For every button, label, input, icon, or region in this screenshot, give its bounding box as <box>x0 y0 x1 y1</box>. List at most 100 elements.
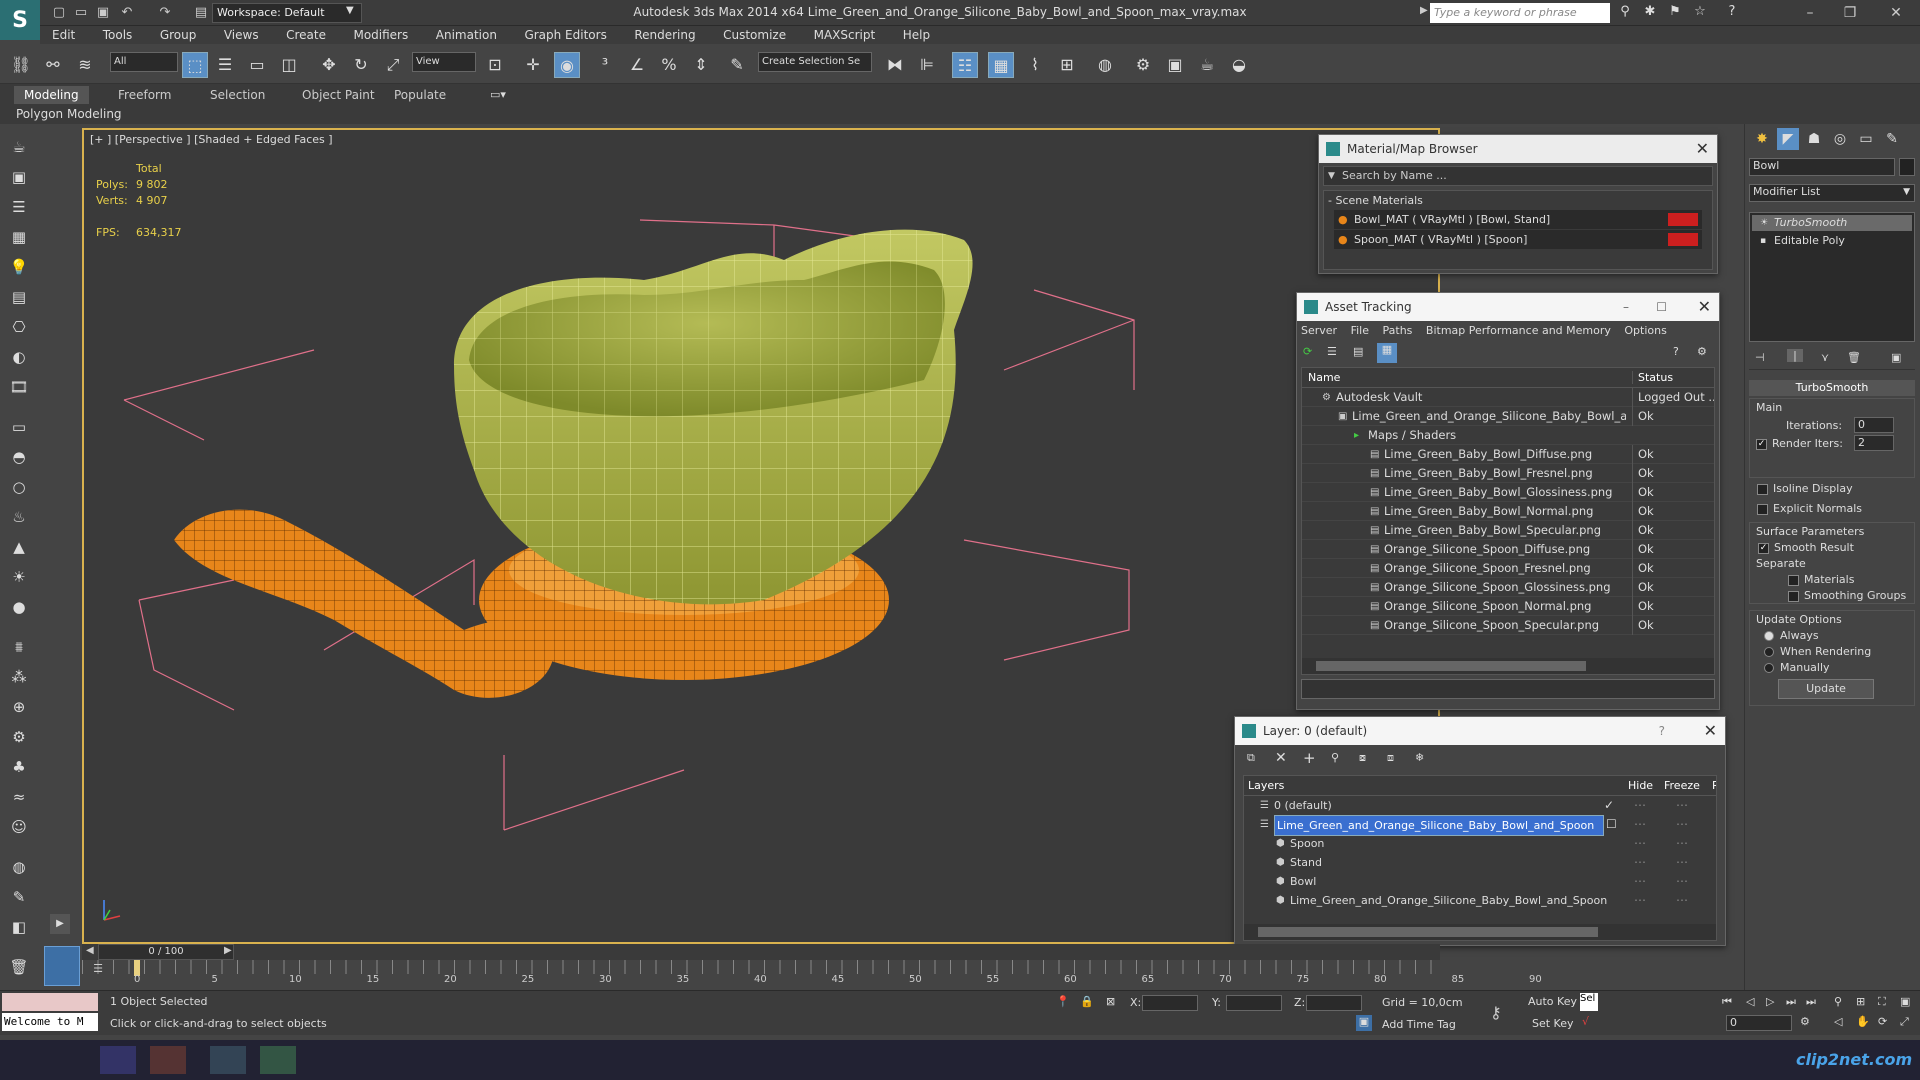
render-iters-spinner[interactable]: 2 <box>1854 435 1894 451</box>
named-selection-dropdown[interactable]: Create Selection Se <box>758 52 872 72</box>
col-header-freeze[interactable]: Freeze <box>1664 779 1700 792</box>
add-time-tag-button[interactable]: Add Time Tag <box>1382 1018 1456 1031</box>
col-header-status[interactable]: Status <box>1632 371 1673 384</box>
asset-row[interactable]: ▤ Orange_Silicone_Spoon_Diffuse.png Ok <box>1302 540 1714 559</box>
col-header-render[interactable]: R <box>1712 779 1716 792</box>
mask-icon[interactable]: ☺ <box>6 814 32 840</box>
show-end-result-icon[interactable]: | <box>1787 349 1803 362</box>
always-radio[interactable] <box>1764 631 1774 641</box>
align-icon[interactable]: ⊫ <box>914 52 940 78</box>
menu-maxscript[interactable]: MAXScript <box>802 26 888 44</box>
menu-paths[interactable]: Paths <box>1383 324 1413 337</box>
time-ruler[interactable]: 0 5 10 15 20 25 30 35 40 45 50 55 60 65 70 75 80 85 90 <box>82 960 1542 990</box>
remove-modifier-icon[interactable]: 🗑 <box>1847 351 1861 364</box>
layer-object-row[interactable]: ⬢ Spoon ⋯ ⋯ <box>1244 834 1716 853</box>
project-folder-icon[interactable]: ▤ <box>192 4 210 22</box>
particles-icon[interactable]: ⁂ <box>6 664 32 690</box>
scrollbar-thumb[interactable] <box>1258 927 1598 937</box>
freeze-toggle[interactable]: ⋯ <box>1676 891 1688 910</box>
materials-checkbox[interactable] <box>1788 575 1799 586</box>
update-button[interactable]: Update <box>1778 679 1874 699</box>
keyword-search-input[interactable]: Type a keyword or phrase <box>1430 3 1610 23</box>
next-key-icon[interactable]: ⏭ <box>1786 995 1796 1009</box>
workspace-dropdown[interactable]: Workspace: Default <box>212 3 362 23</box>
menu-tools[interactable]: Tools <box>91 26 145 44</box>
absolute-mode-icon[interactable]: ⊠ <box>1106 995 1115 1008</box>
ball-icon[interactable]: ● <box>6 594 32 620</box>
asset-tracking-window[interactable]: Asset Tracking – ☐ ✕ Server File Paths B… <box>1296 292 1720 710</box>
menu-server[interactable]: Server <box>1301 324 1337 337</box>
spinner-snap-icon[interactable]: ⇕ <box>688 52 714 78</box>
maximize-viewport-icon[interactable]: ⤢ <box>1900 1015 1909 1029</box>
hide-toggle[interactable]: ⋯ <box>1634 834 1646 853</box>
z-coordinate-field[interactable] <box>1306 995 1362 1011</box>
menu-graph-editors[interactable]: Graph Editors <box>512 26 618 44</box>
object-color-swatch[interactable] <box>1899 158 1915 176</box>
col-header-layers[interactable]: Layers <box>1248 779 1284 792</box>
asset-row[interactable]: ▤ Orange_Silicone_Spoon_Normal.png Ok <box>1302 597 1714 616</box>
render-icon[interactable]: ◧ <box>6 914 32 940</box>
menu-views[interactable]: Views <box>212 26 271 44</box>
move-icon[interactable]: ✥ <box>316 52 342 78</box>
asset-row[interactable]: ▤ Lime_Green_Baby_Bowl_Normal.png Ok <box>1302 502 1714 521</box>
close-icon[interactable]: ✕ <box>1876 2 1916 24</box>
horizontal-scrollbar[interactable] <box>1244 924 1716 940</box>
set-current-layer-icon[interactable]: ☐ <box>1606 815 1617 834</box>
teapot-icon[interactable]: ☕ <box>6 134 32 160</box>
asset-row[interactable]: ▤ Lime_Green_Baby_Bowl_Fresnel.png Ok <box>1302 464 1714 483</box>
time-tag-icon[interactable]: ▣ <box>1356 1015 1372 1031</box>
modifier-stack[interactable]: ☀ TurboSmooth ▪ Editable Poly <box>1749 212 1915 342</box>
rendered-frame-icon[interactable]: ▣ <box>1162 52 1188 78</box>
sphere-icon[interactable]: ○ <box>6 474 32 500</box>
hide-toggle[interactable]: ⋯ <box>1634 872 1646 891</box>
explicit-normals-checkbox[interactable] <box>1757 504 1768 515</box>
select-by-name-icon[interactable]: ☰ <box>212 52 238 78</box>
tree-view-icon[interactable]: ▤ <box>1353 345 1363 358</box>
iterations-spinner[interactable]: 0 <box>1854 417 1894 433</box>
key-filter-selected[interactable]: Sel <box>1580 993 1598 1011</box>
tab-freeform[interactable]: Freeform <box>108 86 181 104</box>
rotate-icon[interactable]: ↻ <box>348 52 374 78</box>
taskbar-app-icon[interactable] <box>150 1046 186 1074</box>
maxscript-listener-pink[interactable] <box>2 993 98 1011</box>
tab-modeling[interactable]: Modeling <box>14 86 89 104</box>
expand-arrow-icon[interactable]: ▶ <box>50 914 70 934</box>
maximize-icon[interactable]: ☐ <box>1656 293 1667 321</box>
layer-manager-icon[interactable]: ☷ <box>952 52 978 78</box>
turbosmooth-rollout-header[interactable]: TurboSmooth <box>1749 380 1915 396</box>
light-bulb-icon[interactable]: 💡 <box>6 254 32 280</box>
zoom-extents-icon[interactable]: ⛶ <box>1878 995 1886 1009</box>
layer-manager-titlebar[interactable]: Layer: 0 (default) ? ✕ <box>1235 717 1725 745</box>
app-logo[interactable]: S <box>0 0 40 40</box>
freeze-toggle[interactable]: ⋯ <box>1676 815 1688 834</box>
modify-tab-icon[interactable]: ◤ <box>1777 128 1799 150</box>
asset-row[interactable]: ▤ Orange_Silicone_Spoon_Glossiness.png Ok <box>1302 578 1714 597</box>
smoothing-groups-checkbox[interactable] <box>1788 591 1799 602</box>
asset-row[interactable]: ▸ Maps / Shaders <box>1302 426 1714 445</box>
schematic-view-icon[interactable]: ⊞ <box>1054 52 1080 78</box>
chevron-down-icon[interactable]: ▼ <box>1903 185 1910 199</box>
hide-toggle[interactable]: ⋯ <box>1634 853 1646 872</box>
taskbar-app-icon[interactable] <box>210 1046 246 1074</box>
key-filters-icon[interactable]: √ <box>1582 1015 1589 1028</box>
zoom-icon[interactable]: ⚲ <box>1834 995 1842 1008</box>
close-icon[interactable]: ✕ <box>1704 717 1717 745</box>
polygon-modeling-panel[interactable]: Polygon Modeling <box>16 107 122 121</box>
stairs-icon[interactable]: ⩩ <box>6 634 32 660</box>
layer-object-row[interactable]: ⬢ Lime_Green_and_Orange_Silicone_Baby_Bow… <box>1244 891 1716 910</box>
lightbulb-icon[interactable]: ☀ <box>1760 215 1768 231</box>
menu-edit[interactable]: Edit <box>40 26 87 44</box>
stack-item-editable-poly[interactable]: ▪ Editable Poly <box>1752 233 1912 249</box>
set-key-button[interactable]: Set Key <box>1532 1017 1574 1030</box>
settings-icon[interactable]: ⚙ <box>1697 345 1707 358</box>
close-icon[interactable]: ✕ <box>1696 135 1709 163</box>
pan-hand-icon[interactable]: ✋ <box>1856 1015 1870 1028</box>
add-to-layer-icon[interactable]: + <box>1303 749 1316 767</box>
isoline-display-checkbox[interactable] <box>1757 484 1768 495</box>
asset-row[interactable]: ▤ Lime_Green_Baby_Bowl_Glossiness.png Ok <box>1302 483 1714 502</box>
material-browser-titlebar[interactable]: Material/Map Browser ✕ <box>1319 135 1717 163</box>
horizontal-scrollbar[interactable] <box>1302 658 1714 674</box>
pin-stack-icon[interactable]: ⊣ <box>1755 351 1765 364</box>
trash-icon[interactable]: 🗑 <box>6 954 32 980</box>
teapot-obj-icon[interactable]: ♨ <box>6 504 32 530</box>
